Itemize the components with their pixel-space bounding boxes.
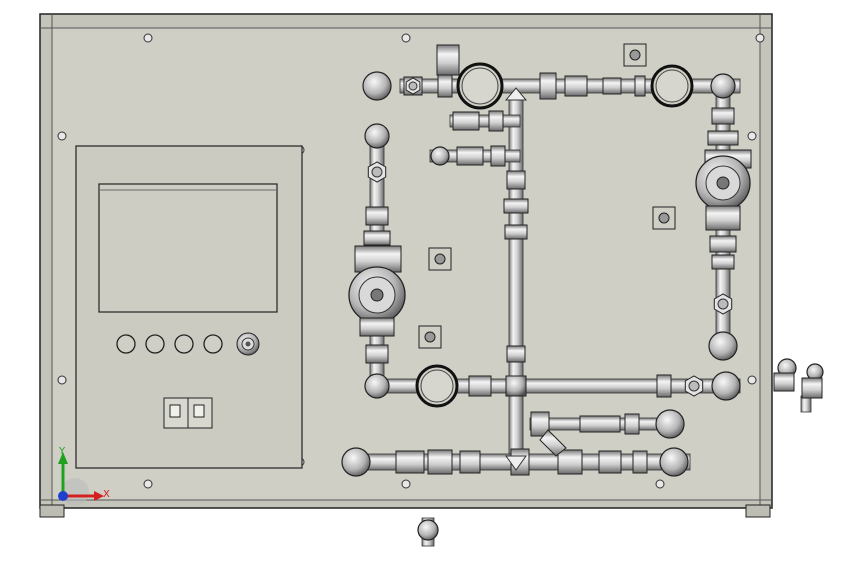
control-button: [145, 334, 165, 354]
elbow: [711, 371, 741, 401]
elbow: [655, 409, 685, 439]
circuit-breaker: [163, 397, 213, 429]
screw-hole: [401, 479, 411, 489]
fitting: [624, 413, 640, 435]
fitting: [711, 107, 735, 125]
elbow: [364, 123, 390, 149]
air-vent: [436, 44, 460, 76]
fitting: [468, 375, 492, 397]
mount-plate-stud: [629, 49, 641, 61]
screw-hole: [57, 375, 67, 385]
fitting: [456, 146, 484, 166]
screw-hole: [755, 33, 765, 43]
pressure-gauge-face: [461, 67, 499, 105]
fitting: [427, 449, 453, 475]
fitting: [365, 206, 389, 226]
axis-y-label: Y: [58, 446, 66, 457]
external-union: [801, 377, 823, 399]
indicator-lamp: [236, 332, 260, 356]
pressure-gauge-face: [420, 369, 454, 403]
fitting: [557, 449, 583, 475]
screw-hole: [143, 479, 153, 489]
fitting: [709, 235, 737, 253]
pressure-gauge-face: [655, 69, 689, 103]
hex-nut-bore: [408, 81, 418, 91]
fitting: [395, 450, 425, 474]
fitting: [506, 170, 526, 190]
axis-x-label: X: [103, 489, 110, 500]
fitting: [632, 450, 648, 474]
hex-nut-bore: [688, 380, 700, 392]
hex-nut-bore: [371, 166, 383, 178]
control-box: [75, 145, 303, 469]
external-union: [773, 372, 795, 392]
fitting: [437, 74, 453, 98]
screw-hole: [401, 33, 411, 43]
fitting: [459, 450, 481, 474]
hex-nut-bore: [717, 298, 729, 310]
screw-hole: [747, 375, 757, 385]
fitting: [503, 198, 529, 214]
fitting: [579, 415, 621, 433]
display-screen: [98, 183, 278, 313]
fitting: [707, 130, 739, 146]
fitting: [564, 75, 588, 97]
control-button: [116, 334, 136, 354]
control-button: [174, 334, 194, 354]
fitting: [488, 110, 504, 132]
fitting: [711, 254, 735, 270]
screw-hole: [57, 131, 67, 141]
control-button: [203, 334, 223, 354]
fitting: [363, 230, 391, 246]
cad-assembly-view: Y X: [39, 13, 824, 547]
fitting: [634, 75, 646, 97]
elbow: [710, 73, 736, 99]
fitting: [452, 111, 480, 131]
fitting: [365, 344, 389, 364]
screw-hole: [143, 33, 153, 43]
cross-tee: [505, 375, 527, 397]
screw-hole: [747, 131, 757, 141]
elbow: [341, 447, 371, 477]
mount-plate-stud: [424, 331, 436, 343]
fitting: [504, 224, 528, 240]
fitting: [656, 374, 672, 398]
screw-hole: [655, 479, 665, 489]
elbow: [708, 331, 738, 361]
mount-plate-stud: [658, 212, 670, 224]
elbow: [364, 373, 390, 399]
bottom-elbow: [417, 519, 439, 541]
elbow: [362, 71, 392, 101]
fitting: [598, 450, 622, 474]
elbow: [659, 447, 689, 477]
elbow: [430, 146, 450, 166]
fitting: [506, 345, 526, 363]
fitting: [602, 77, 622, 95]
fitting: [539, 72, 557, 100]
fitting: [490, 145, 506, 167]
mount-plate-stud: [434, 253, 446, 265]
